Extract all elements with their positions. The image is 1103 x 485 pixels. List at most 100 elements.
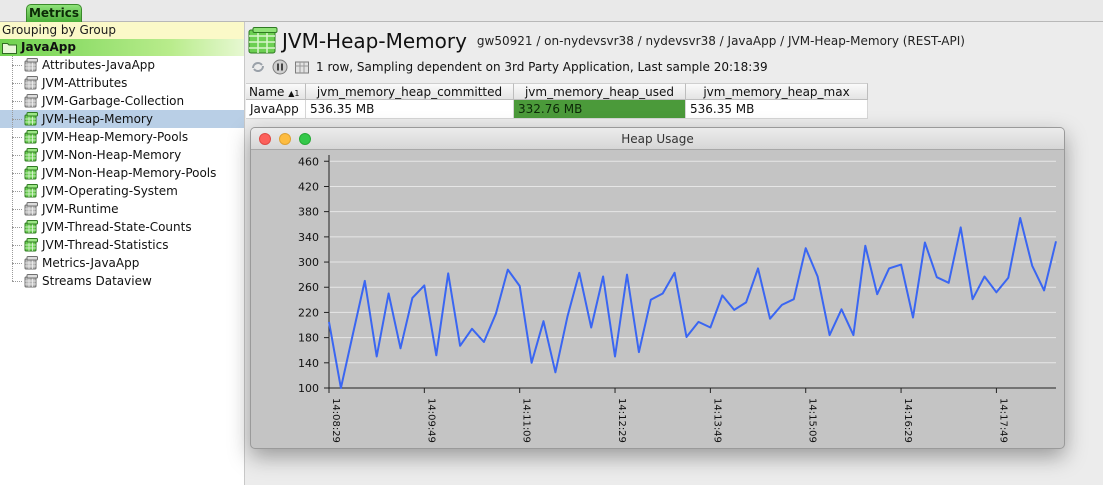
tree-item[interactable]: Metrics-JavaApp	[0, 254, 244, 272]
x-tick-label: 14:08:29	[330, 398, 341, 443]
data-table: Name ▲1 jvm_memory_heap_committed jvm_me…	[246, 83, 870, 119]
tree-item-label: JVM-Non-Heap-Memory	[42, 148, 182, 162]
heap-usage-chart: 100 140 180 220 260 300 340 380 420 460 14:08:29 14…	[298, 155, 1057, 443]
x-tick-label: 14:15:09	[807, 398, 818, 443]
window-close-button[interactable]	[259, 133, 271, 145]
tree-item[interactable]: JVM-Thread-Statistics	[0, 236, 244, 254]
x-tick-label: 14:13:49	[711, 398, 722, 443]
cell-used[interactable]: 332.76 MB	[514, 100, 686, 119]
tree-item[interactable]: Streams Dataview	[0, 272, 244, 290]
gray-db-icon	[24, 58, 38, 72]
cell-committed[interactable]: 536.35 MB	[306, 100, 514, 119]
tree-connector	[12, 263, 22, 264]
y-tick-label: 460	[298, 155, 319, 168]
window-zoom-button[interactable]	[299, 133, 311, 145]
window-titlebar[interactable]: Heap Usage	[251, 128, 1064, 150]
tree-item[interactable]: JVM-Garbage-Collection	[0, 92, 244, 110]
window-minimize-button[interactable]	[279, 133, 291, 145]
tree-item[interactable]: JVM-Attributes	[0, 74, 244, 92]
tree-item-label: Metrics-JavaApp	[42, 256, 140, 270]
tree-item[interactable]: JVM-Non-Heap-Memory	[0, 146, 244, 164]
table-header-row: Name ▲1 jvm_memory_heap_committed jvm_me…	[246, 83, 870, 100]
tree-item[interactable]: JVM-Heap-Memory-Pools	[0, 128, 244, 146]
tree-item[interactable]: JVM-Heap-Memory	[0, 110, 244, 128]
table-row[interactable]: JavaApp 536.35 MB 332.76 MB 536.35 MB	[246, 100, 870, 119]
dataview-grid-icon	[248, 27, 278, 54]
tree-item-label: JVM-Thread-Statistics	[42, 238, 169, 252]
tree-item-label: JVM-Thread-State-Counts	[42, 220, 192, 234]
column-header-committed[interactable]: jvm_memory_heap_committed	[306, 83, 514, 100]
gray-db-icon	[24, 256, 38, 270]
tree-item-label: Streams Dataview	[42, 274, 152, 288]
y-tick-label: 300	[298, 256, 319, 269]
green-db-icon	[24, 184, 38, 198]
snapshot-icon[interactable]	[294, 59, 310, 75]
gray-db-icon	[24, 94, 38, 108]
tab-metrics[interactable]: Metrics	[26, 4, 82, 22]
tree-connector	[12, 281, 22, 282]
tree-connector	[12, 155, 22, 156]
green-db-icon	[24, 220, 38, 234]
status-row: 1 row, Sampling dependent on 3rd Party A…	[250, 58, 768, 76]
gray-db-icon	[24, 76, 38, 90]
tree-connector	[12, 101, 22, 102]
tree-item-label: JVM-Heap-Memory	[42, 112, 153, 126]
tree-item-label: JVM-Non-Heap-Memory-Pools	[42, 166, 217, 180]
tree-connector	[12, 173, 22, 174]
tree-connector	[12, 209, 22, 210]
y-tick-label: 420	[298, 180, 319, 193]
window-title: Heap Usage	[621, 132, 694, 146]
tree-panel: Grouping by Group JavaApp Attributes-Jav…	[0, 22, 245, 485]
tab-strip: Metrics	[0, 0, 1103, 22]
tree-item-label: JVM-Attributes	[42, 76, 128, 90]
refresh-icon[interactable]	[250, 59, 266, 75]
tree-connector	[12, 83, 22, 84]
tree-item[interactable]: JVM-Thread-State-Counts	[0, 218, 244, 236]
column-header-used[interactable]: jvm_memory_heap_used	[514, 83, 686, 100]
x-tick-label: 14:09:49	[425, 398, 436, 443]
green-db-icon	[24, 148, 38, 162]
cell-max[interactable]: 536.35 MB	[686, 100, 868, 119]
grouping-header: Grouping by Group	[0, 22, 244, 39]
app-window: Metrics Grouping by Group JavaApp Attrib…	[0, 0, 1103, 485]
breadcrumb: gw50921 / on-nydevsvr38 / nydevsvr38 / J…	[476, 34, 965, 48]
green-db-icon	[24, 112, 38, 126]
y-tick-label: 100	[298, 382, 319, 395]
tree-item[interactable]: Attributes-JavaApp	[0, 56, 244, 74]
x-tick-label: 14:17:49	[997, 398, 1008, 443]
tree-connector	[12, 119, 22, 120]
tree-item-label: JVM-Operating-System	[42, 184, 178, 198]
green-db-icon	[24, 166, 38, 180]
heap-usage-window: Heap Usage 100 140 180 220 260 300 340 380 420 46…	[250, 127, 1065, 449]
green-db-icon	[24, 130, 38, 144]
column-header-name[interactable]: Name ▲1	[246, 83, 306, 100]
status-text: 1 row, Sampling dependent on 3rd Party A…	[316, 60, 768, 74]
tree-guide-line	[12, 56, 13, 281]
y-tick-label: 380	[298, 206, 319, 219]
column-header-max[interactable]: jvm_memory_heap_max	[686, 83, 868, 100]
y-tick-label: 260	[298, 281, 319, 294]
tree-root-javaapp[interactable]: JavaApp	[0, 39, 244, 56]
gray-db-icon	[24, 274, 38, 288]
page-title: JVM-Heap-Memory	[282, 29, 467, 53]
tree-item-label: JVM-Heap-Memory-Pools	[42, 130, 189, 144]
tree-items: Attributes-JavaApp JVM-Attributes JVM-Garb…	[0, 56, 244, 290]
tree-item[interactable]: JVM-Operating-System	[0, 182, 244, 200]
dataview-title-row: JVM-Heap-Memory gw50921 / on-nydevsvr38 …	[246, 26, 1103, 56]
plot-area	[329, 155, 1056, 388]
x-tick-label: 14:16:29	[902, 398, 913, 443]
y-tick-label: 140	[298, 357, 319, 370]
tree-connector	[12, 65, 22, 66]
tree-root-label: JavaApp	[21, 40, 76, 54]
tree-connector	[12, 227, 22, 228]
tree-connector	[12, 245, 22, 246]
x-tick-label: 14:11:09	[521, 398, 532, 443]
pause-icon[interactable]	[272, 59, 288, 75]
x-tick-label: 14:12:29	[616, 398, 627, 443]
tree-item[interactable]: JVM-Non-Heap-Memory-Pools	[0, 164, 244, 182]
y-tick-label: 340	[298, 231, 319, 244]
tree-item-label: Attributes-JavaApp	[42, 58, 156, 72]
cell-name[interactable]: JavaApp	[246, 100, 306, 119]
y-tick-label: 220	[298, 306, 319, 319]
tree-item[interactable]: JVM-Runtime	[0, 200, 244, 218]
